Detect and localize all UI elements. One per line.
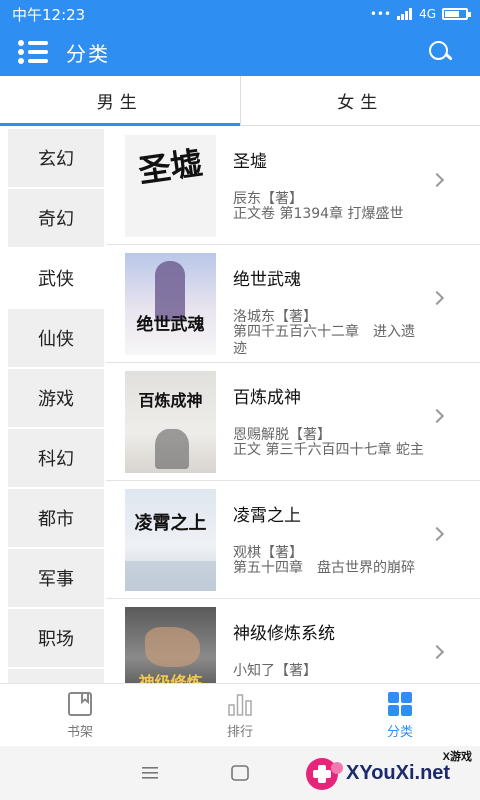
- menu-lines-icon: [142, 767, 158, 779]
- book-title: 凌霄之上: [233, 506, 301, 526]
- grid-icon: [388, 691, 412, 716]
- chevron-right-icon: [429, 644, 445, 660]
- menu-icon[interactable]: [18, 38, 50, 66]
- category-item-dushi[interactable]: 都市: [8, 489, 104, 547]
- category-item-wuxia[interactable]: 武侠: [8, 249, 104, 307]
- home-square-icon: [231, 765, 249, 781]
- book-title: 圣墟: [233, 152, 267, 172]
- chevron-right-icon: [429, 290, 445, 306]
- status-icons: ••• 4G: [369, 7, 471, 21]
- chevron-right-icon: [429, 408, 445, 424]
- chevron-right-icon: [429, 526, 445, 542]
- category-item-zhichang[interactable]: 职场: [8, 609, 104, 667]
- bar-chart-icon: [228, 693, 252, 716]
- cover-title: 凌霄之上: [134, 513, 207, 534]
- category-item-kehuan[interactable]: 科幻: [8, 429, 104, 487]
- home-button[interactable]: [195, 753, 285, 793]
- book-title: 神级修炼系统: [233, 624, 335, 644]
- nav-category[interactable]: 分类: [320, 684, 480, 746]
- book-author: 辰东【著】: [233, 191, 303, 207]
- category-item-qihuan[interactable]: 奇幻: [8, 189, 104, 247]
- book-item[interactable]: 绝世武魂 绝世武魂 洛城东【著】 第四千五百六十二章 进入遗迹: [106, 245, 480, 363]
- book-cover: 圣墟: [125, 135, 216, 237]
- category-item-xuanhuan[interactable]: 玄幻: [8, 129, 104, 187]
- watermark-logo: X游戏 XYouXi.net: [304, 750, 474, 796]
- tab-male[interactable]: 男生: [0, 76, 240, 126]
- book-author: 观棋【著】: [233, 545, 303, 561]
- cover-title: 圣墟: [136, 143, 205, 191]
- watermark-brand: XYouXi.net: [346, 762, 451, 784]
- category-content: 玄幻 奇幻 武侠 仙侠 游戏 科幻 都市 军事 职场 圣墟 圣墟 辰东【著】 正…: [0, 127, 480, 683]
- category-item-junshi[interactable]: 军事: [8, 549, 104, 607]
- book-item[interactable]: 百炼成神 百炼成神 恩赐解脱【著】 正文 第三千六百四十七章 蛇主: [106, 363, 480, 481]
- app-bar: 分类: [0, 28, 480, 76]
- book-title: 绝世武魂: [233, 270, 301, 290]
- book-title: 百炼成神: [233, 388, 301, 408]
- nav-ranking-label: 排行: [226, 724, 253, 740]
- book-item[interactable]: 神级修炼 神级修炼系统 小知了【著】: [106, 599, 480, 683]
- nav-category-label: 分类: [386, 724, 413, 740]
- status-time: 中午12:23: [12, 5, 86, 24]
- status-bar: 中午12:23 ••• 4G: [0, 0, 480, 28]
- book-latest-chapter: 第四千五百六十二章 进入遗迹: [233, 324, 415, 357]
- category-item-more[interactable]: [8, 669, 104, 683]
- network-label: 4G: [419, 7, 436, 21]
- category-item-youxi[interactable]: 游戏: [8, 369, 104, 427]
- book-cover: 绝世武魂: [125, 253, 216, 355]
- recent-apps-button[interactable]: [105, 753, 195, 793]
- book-cover: 百炼成神: [125, 371, 216, 473]
- nav-bookshelf[interactable]: 书架: [0, 684, 160, 746]
- dots-icon: •••: [369, 7, 392, 21]
- bottom-nav: 书架 排行 分类: [0, 683, 480, 746]
- nav-ranking[interactable]: 排行: [160, 684, 320, 746]
- category-item-xianxia[interactable]: 仙侠: [8, 309, 104, 367]
- book-latest-chapter: 正文卷 第1394章 打爆盛世: [233, 206, 404, 222]
- book-latest-chapter: 第五十四章 盘古世界的崩碎: [233, 560, 415, 576]
- signal-icon: [397, 8, 413, 20]
- category-sidebar[interactable]: 玄幻 奇幻 武侠 仙侠 游戏 科幻 都市 军事 职场: [0, 127, 112, 683]
- nav-bookshelf-label: 书架: [66, 724, 93, 740]
- search-icon[interactable]: [428, 40, 452, 64]
- cover-title: 百炼成神: [138, 391, 203, 410]
- cover-title: 神级修炼: [138, 673, 203, 683]
- book-author: 洛城东【著】: [233, 309, 317, 325]
- book-item[interactable]: 凌霄之上 凌霄之上 观棋【著】 第五十四章 盘古世界的崩碎: [106, 481, 480, 599]
- cover-title: 绝世武魂: [136, 315, 205, 335]
- book-list[interactable]: 圣墟 圣墟 辰东【著】 正文卷 第1394章 打爆盛世 绝世武魂 绝世武魂 洛城…: [106, 127, 480, 683]
- book-cover: 凌霄之上: [125, 489, 216, 591]
- book-item[interactable]: 圣墟 圣墟 辰东【著】 正文卷 第1394章 打爆盛世: [106, 127, 480, 245]
- battery-icon: [442, 8, 471, 20]
- book-latest-chapter: 正文 第三千六百四十七章 蛇主: [233, 442, 424, 458]
- chevron-right-icon: [429, 172, 445, 188]
- bookshelf-icon: [68, 691, 92, 716]
- page-title: 分类: [66, 41, 110, 66]
- book-author: 小知了【著】: [233, 663, 317, 679]
- book-author: 恩赐解脱【著】: [233, 427, 331, 443]
- book-cover: 神级修炼: [125, 607, 216, 683]
- gender-tabs: 男生 女生: [0, 76, 480, 126]
- tab-female[interactable]: 女生: [239, 76, 480, 125]
